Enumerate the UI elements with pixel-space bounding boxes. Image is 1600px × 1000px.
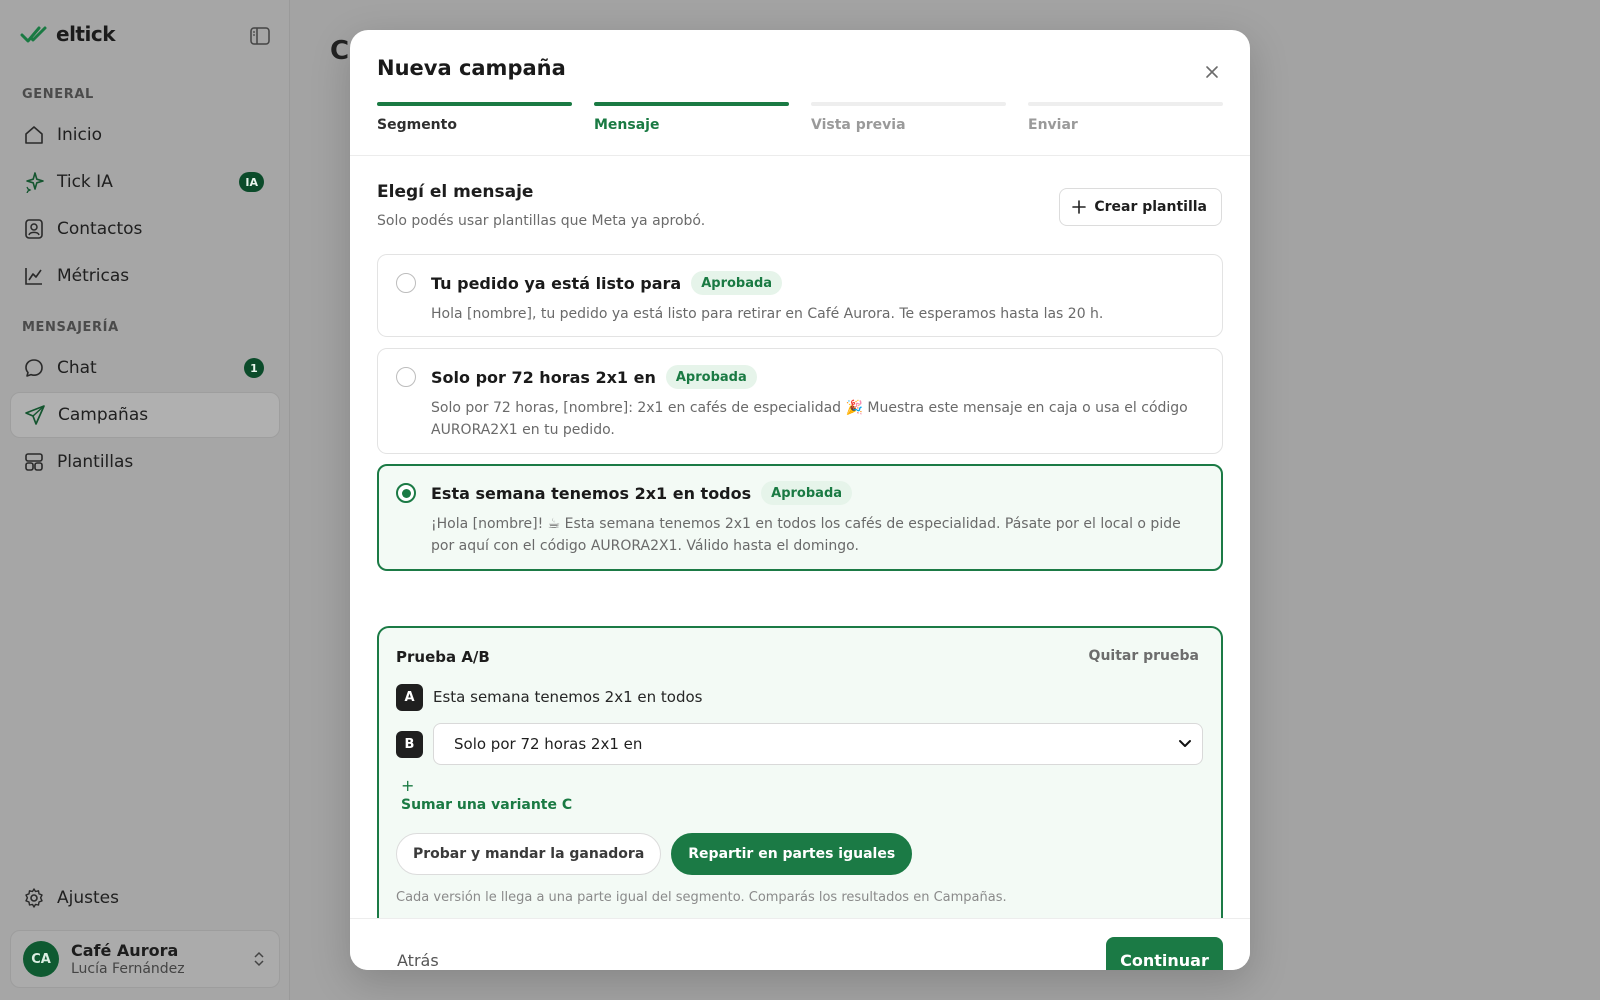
sidebar-item-contactos[interactable]: Contactos [10, 206, 280, 252]
step-segmento: Segmento [377, 102, 572, 133]
stepper: Segmento Mensaje Vista previa Enviar [377, 102, 1223, 133]
sidebar-item-label: Plantillas [57, 452, 134, 472]
plus-icon: + [401, 776, 415, 795]
step-label: Vista previa [811, 117, 906, 133]
account-switcher[interactable]: CA Café Aurora Lucía Fernández [10, 930, 280, 988]
back-button[interactable]: Atrás [397, 951, 439, 970]
sidebar-item-label: Chat [57, 358, 97, 378]
status-badge: Aprobada [665, 365, 757, 389]
template-option[interactable]: Solo por 72 horas 2x1 en Aprobada Solo p… [377, 348, 1223, 454]
variant-a-tag: A [396, 684, 423, 711]
chart-icon [25, 268, 42, 285]
template-name: Esta semana tenemos 2x1 en todos [431, 483, 752, 503]
send-icon [25, 405, 45, 425]
ab-test-note: Cada versión le llega a una parte igual … [396, 890, 1007, 905]
sidebar-item-plantillas[interactable]: Plantillas [10, 439, 280, 485]
modal-title: Nueva campaña [377, 56, 566, 80]
template-body: Hola [nombre], tu pedido ya está listo p… [431, 306, 1104, 322]
step-label: Segmento [377, 117, 457, 133]
add-variant-button[interactable]: + Sumar una variante C [401, 776, 573, 814]
sparkle-icon [26, 172, 44, 193]
continue-button[interactable]: Continuar [1106, 937, 1223, 970]
sidebar-item-label: Contactos [57, 219, 143, 239]
sidebar-toggle-icon[interactable] [250, 27, 270, 45]
variant-b-tag: B [396, 731, 423, 758]
gear-icon [25, 888, 43, 908]
template-body: ¡Hola [nombre]! ☕ Esta semana tenemos 2x… [431, 516, 1181, 554]
status-badge: Aprobada [761, 481, 853, 505]
sidebar-item-ajustes[interactable]: Ajustes [10, 875, 280, 921]
chat-icon [25, 359, 43, 377]
section-title: Elegí el mensaje [377, 182, 534, 202]
section-subtitle: Solo podés usar plantillas que Meta ya a… [377, 213, 706, 229]
modal-footer: Atrás Continuar [350, 918, 1250, 970]
section-label-general: GENERAL [22, 87, 94, 102]
close-button[interactable] [1200, 60, 1224, 84]
step-progress-bar [811, 102, 1006, 106]
logo-text: eltick [56, 22, 116, 46]
plus-icon [1072, 200, 1087, 214]
modal-body[interactable]: Elegí el mensaje Solo podés usar plantil… [350, 156, 1250, 918]
account-name: Café Aurora [71, 941, 179, 960]
step-label: Mensaje [594, 117, 660, 133]
template-radio[interactable] [396, 273, 416, 293]
sidebar-item-label: Ajustes [57, 888, 119, 908]
step-label: Enviar [1028, 117, 1078, 133]
account-user: Lucía Fernández [71, 961, 185, 977]
sidebar-item-chat[interactable]: Chat 1 [10, 345, 280, 391]
distribution-mode-group: Probar y mandar la ganadora Repartir en … [396, 833, 913, 875]
logo[interactable]: eltick [20, 22, 116, 46]
step-progress-bar [594, 102, 789, 106]
radio-selected-dot [402, 489, 411, 498]
remove-test-button[interactable]: Quitar prueba [1089, 648, 1199, 664]
create-template-button[interactable]: Crear plantilla [1059, 188, 1222, 226]
template-option-selected[interactable]: Esta semana tenemos 2x1 en todos Aprobad… [377, 464, 1223, 571]
template-name: Tu pedido ya está listo para [431, 273, 682, 293]
variant-a-text: Esta semana tenemos 2x1 en todos [433, 688, 703, 706]
template-radio[interactable] [396, 483, 416, 503]
chevron-up-down-icon [254, 951, 264, 967]
template-option[interactable]: Tu pedido ya está listo para Aprobada Ho… [377, 254, 1223, 337]
sidebar-item-label: Campañas [58, 405, 149, 425]
template-radio[interactable] [396, 367, 416, 387]
step-progress-bar [1028, 102, 1223, 106]
contacts-icon [25, 219, 43, 239]
status-badge: Aprobada [691, 271, 783, 295]
sidebar-item-metricas[interactable]: Métricas [10, 253, 280, 299]
step-mensaje: Mensaje [594, 102, 789, 133]
close-icon [1206, 66, 1218, 78]
variant-b-select[interactable]: Solo por 72 horas 2x1 en [433, 723, 1203, 765]
variant-b-selected-value: Solo por 72 horas 2x1 en [454, 735, 643, 753]
step-enviar: Enviar [1028, 102, 1223, 133]
unread-count-badge: 1 [244, 358, 264, 378]
sidebar-item-label: Tick IA [57, 172, 113, 192]
logo-check-icon [20, 26, 47, 43]
avatar: CA [23, 941, 59, 977]
sidebar-item-tick-ia[interactable]: Tick IA IA [10, 159, 280, 205]
new-campaign-modal: Nueva campaña Segmento Mensaje Vista pre… [350, 30, 1250, 970]
section-label-mensajeria: MENSAJERÍA [22, 320, 119, 335]
home-icon [25, 126, 43, 144]
sidebar: eltick GENERAL Inicio Tick IA IA Contact… [0, 0, 290, 1000]
ab-test-title: Prueba A/B [396, 648, 490, 666]
page-title: C [330, 36, 350, 66]
mode-winner-button[interactable]: Probar y mandar la ganadora [396, 833, 662, 875]
sidebar-item-label: Inicio [57, 125, 102, 145]
template-body: Solo por 72 horas, [nombre]: 2x1 en café… [431, 400, 1188, 438]
ia-badge: IA [239, 172, 264, 192]
sidebar-item-label: Métricas [57, 266, 130, 286]
templates-icon [25, 453, 43, 471]
ab-test-panel: Prueba A/B Quitar prueba A Esta semana t… [377, 626, 1223, 918]
create-template-label: Crear plantilla [1094, 199, 1207, 215]
step-progress-bar [377, 102, 572, 106]
add-variant-label: Sumar una variante C [401, 797, 573, 813]
step-vista-previa: Vista previa [811, 102, 1006, 133]
sidebar-item-inicio[interactable]: Inicio [10, 112, 280, 158]
sidebar-item-campanas[interactable]: Campañas [10, 392, 280, 438]
template-name: Solo por 72 horas 2x1 en [431, 367, 656, 387]
chevron-down-icon [1179, 740, 1191, 747]
mode-equal-split-button[interactable]: Repartir en partes iguales [671, 833, 913, 875]
